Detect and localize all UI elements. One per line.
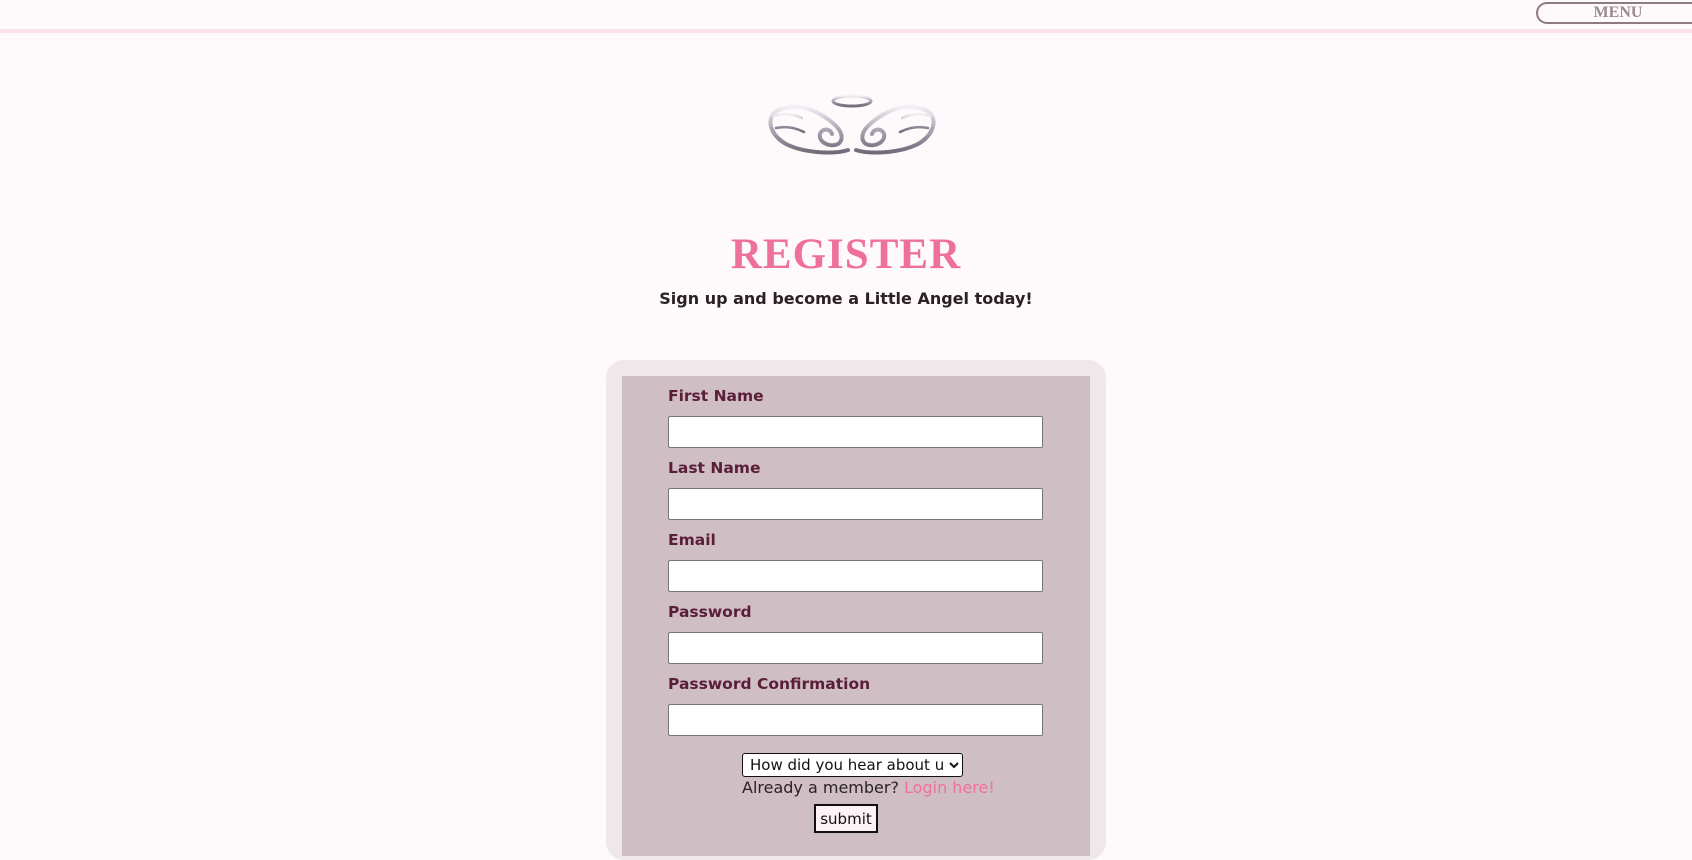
first-name-label: First Name — [668, 387, 764, 405]
last-name-input[interactable] — [668, 488, 1043, 520]
page-subtitle: Sign up and become a Little Angel today! — [659, 289, 1033, 308]
password-input[interactable] — [668, 632, 1043, 664]
login-prompt: Already a member? Login here! — [742, 778, 1002, 797]
password-label: Password — [668, 603, 752, 621]
top-bar — [0, 0, 1692, 33]
member-prompt-text: Already a member? — [742, 778, 899, 797]
submit-button[interactable]: submit — [814, 804, 878, 833]
page-title: REGISTER — [730, 231, 962, 278]
email-label: Email — [668, 531, 716, 549]
first-name-input[interactable] — [668, 416, 1043, 448]
password-confirmation-label: Password Confirmation — [668, 675, 871, 693]
referral-source-select[interactable]: How did you hear about us? — [742, 753, 963, 777]
angel-wings-halo-icon — [768, 94, 936, 155]
menu-button[interactable]: MENU — [1536, 2, 1692, 24]
email-input[interactable] — [668, 560, 1043, 592]
login-link[interactable]: Login here! — [904, 778, 995, 797]
last-name-label: Last Name — [668, 459, 761, 477]
password-confirmation-input[interactable] — [668, 704, 1043, 736]
